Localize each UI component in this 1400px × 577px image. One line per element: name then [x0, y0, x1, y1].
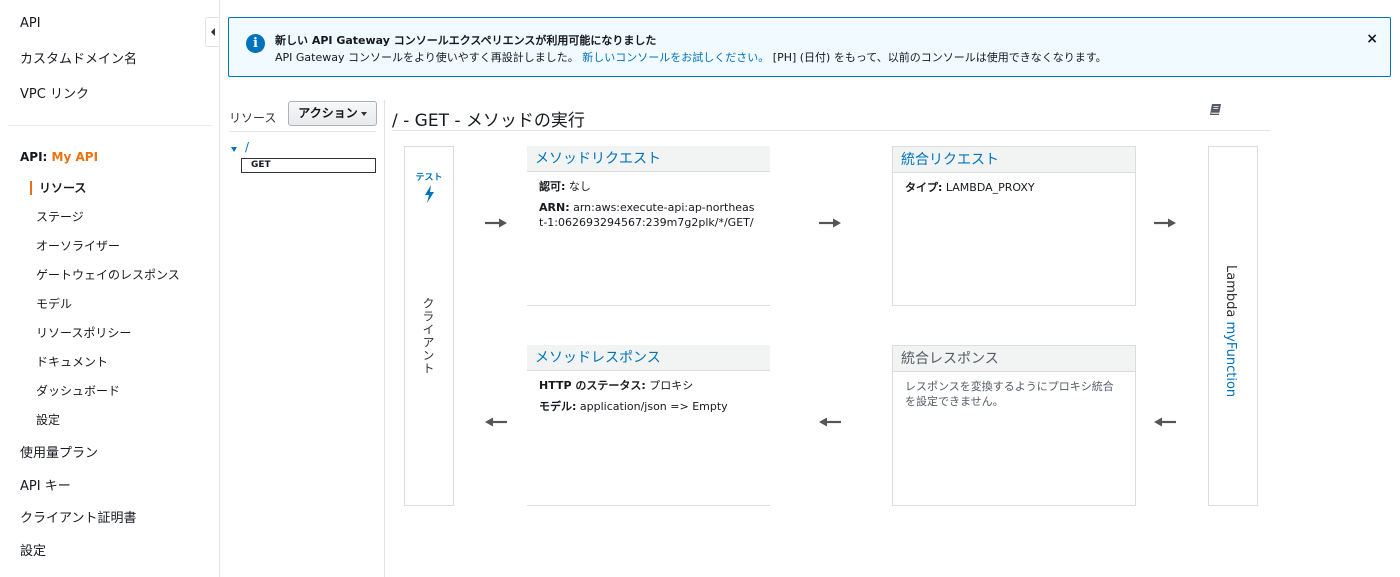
- sidebar-divider: [8, 125, 212, 126]
- status-label: HTTP のステータス:: [539, 379, 646, 392]
- arrow-left-icon: [485, 417, 507, 427]
- arrow-right-icon: [819, 218, 841, 228]
- sidebar-item-models[interactable]: モデル: [36, 295, 72, 312]
- sidebar-item-custom-domain[interactable]: カスタムドメイン名: [20, 48, 137, 67]
- method-request-card: メソッドリクエスト 認可: なし ARN: arn:aws:execute-ap…: [527, 146, 770, 306]
- arn-row: ARN: arn:aws:execute-api:ap-northeast-1:…: [539, 200, 758, 230]
- status-row: HTTP のステータス: プロキシ: [539, 378, 758, 393]
- auth-row: 認可: なし: [539, 179, 758, 194]
- client-column: テスト クライアント: [404, 146, 454, 506]
- integration-response-card: 統合レスポンス レスポンスを変換するようにプロキシ統合を設定できません。: [892, 345, 1136, 506]
- chevron-left-icon: [210, 28, 215, 36]
- lambda-function-link[interactable]: myFunction: [1223, 321, 1238, 397]
- arrow-right-icon: [1154, 218, 1176, 228]
- sidebar-item-settings[interactable]: 設定: [20, 540, 46, 559]
- sidebar: API カスタムドメイン名 VPC リンク API: My API リソース ス…: [0, 0, 220, 577]
- model-row: モデル: application/json => Empty: [539, 399, 758, 414]
- panel-separator: [384, 100, 385, 577]
- resources-divider: [229, 131, 376, 132]
- api-prefix: API:: [20, 150, 48, 164]
- resource-root[interactable]: /: [245, 140, 249, 154]
- actions-button[interactable]: アクション: [288, 101, 377, 126]
- sidebar-item-vpc-link[interactable]: VPC リンク: [20, 83, 89, 102]
- lambda-label: Lambda myFunction: [1223, 265, 1238, 397]
- lambda-column: Lambda myFunction: [1208, 146, 1258, 506]
- arrow-left-icon: [1154, 417, 1176, 427]
- resources-label: リソース: [229, 111, 277, 125]
- lightning-bolt-icon[interactable]: [424, 185, 435, 203]
- actions-button-label: アクション: [298, 106, 358, 120]
- sidebar-item-dashboard[interactable]: ダッシュボード: [36, 382, 120, 399]
- status-value: プロキシ: [649, 379, 694, 392]
- arrow-right-icon: [485, 218, 507, 228]
- banner-title: 新しい API Gateway コンソールエクスペリエンスが利用可能になりました: [275, 34, 657, 47]
- type-row: タイプ: LAMBDA_PROXY: [905, 180, 1123, 195]
- sidebar-item-api-keys[interactable]: API キー: [20, 475, 71, 494]
- test-link[interactable]: テスト: [405, 170, 453, 183]
- tree-expand-icon[interactable]: [231, 147, 237, 152]
- sidebar-item-stages[interactable]: ステージ: [36, 208, 84, 225]
- model-label: モデル:: [539, 400, 577, 413]
- page-title: / - GET - メソッドの実行: [392, 111, 585, 131]
- integration-response-title: 統合レスポンス: [893, 346, 1135, 372]
- client-label: クライアント: [421, 297, 435, 375]
- active-indicator: [30, 181, 32, 195]
- auth-label: 認可:: [539, 180, 566, 193]
- sidebar-item-resource-policy[interactable]: リソースポリシー: [36, 324, 131, 341]
- sidebar-item-client-certificates[interactable]: クライアント証明書: [20, 507, 136, 526]
- integration-request-card: 統合リクエスト タイプ: LAMBDA_PROXY: [892, 146, 1136, 306]
- sidebar-item-api[interactable]: API: [20, 16, 41, 31]
- try-new-console-link[interactable]: 新しいコンソールをお試しください。: [582, 51, 769, 64]
- arn-label: ARN:: [539, 201, 570, 214]
- sidebar-item-documentation[interactable]: ドキュメント: [36, 353, 108, 370]
- integration-response-note: レスポンスを変換するようにプロキシ統合を設定できません。: [905, 380, 1114, 408]
- type-value: LAMBDA_PROXY: [945, 181, 1035, 194]
- sidebar-item-usage-plans[interactable]: 使用量プラン: [20, 442, 98, 461]
- new-console-banner: i 新しい API Gateway コンソールエクスペリエンスが利用可能になりま…: [228, 17, 1391, 77]
- close-icon[interactable]: ×: [1366, 31, 1378, 47]
- type-label: タイプ:: [905, 181, 943, 194]
- sidebar-item-resources[interactable]: リソース: [39, 179, 86, 196]
- auth-value: なし: [568, 180, 591, 193]
- banner-text-before: API Gateway コンソールをより使いやすく再設計しました。: [275, 51, 579, 64]
- sidebar-item-authorizers[interactable]: オーソライザー: [36, 237, 120, 254]
- lambda-prefix: Lambda: [1223, 265, 1238, 318]
- caret-down-icon: [360, 111, 367, 116]
- sidebar-collapse-button[interactable]: [205, 17, 219, 47]
- title-divider: [392, 130, 1270, 131]
- resource-method-get[interactable]: GET: [241, 158, 376, 173]
- method-response-title[interactable]: メソッドレスポンス: [527, 345, 770, 371]
- book-icon[interactable]: [1208, 102, 1224, 118]
- arrow-left-icon: [819, 417, 841, 427]
- sidebar-item-api-settings[interactable]: 設定: [36, 411, 60, 428]
- api-name[interactable]: My API: [52, 150, 99, 164]
- method-response-card: メソッドレスポンス HTTP のステータス: プロキシ モデル: applica…: [527, 345, 770, 506]
- info-icon: i: [246, 34, 265, 53]
- banner-text-after: [PH] (日付) をもって、以前のコンソールは使用できなくなります。: [772, 51, 1107, 64]
- api-label: API: My API: [20, 150, 98, 164]
- arn-value: arn:aws:execute-api:ap-northeast-1:06269…: [539, 201, 755, 229]
- sidebar-item-gateway-responses[interactable]: ゲートウェイのレスポンス: [36, 266, 180, 283]
- method-request-title[interactable]: メソッドリクエスト: [527, 146, 770, 172]
- model-value: application/json => Empty: [579, 400, 728, 413]
- integration-request-title[interactable]: 統合リクエスト: [893, 147, 1135, 173]
- banner-text: API Gateway コンソールをより使いやすく再設計しました。 新しいコンソ…: [275, 49, 1107, 65]
